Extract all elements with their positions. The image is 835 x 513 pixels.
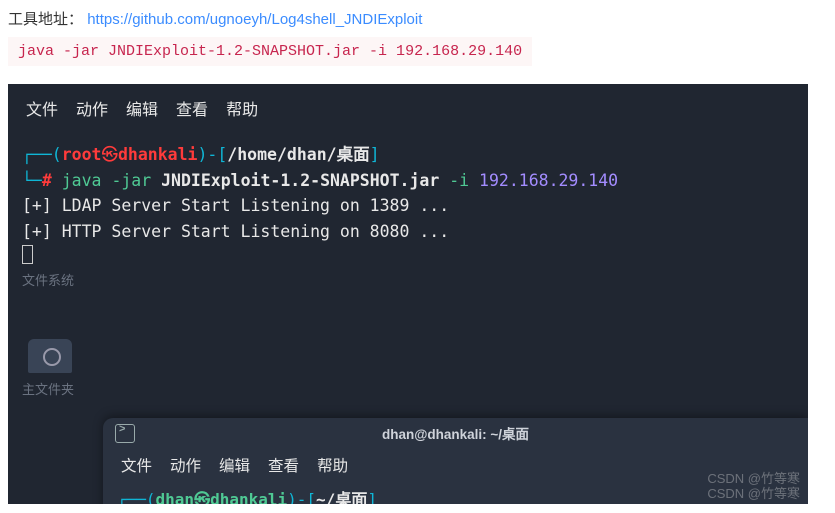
prompt-path: /home/dhan/桌面 xyxy=(227,145,369,164)
prompt-symbol: ㉿ xyxy=(102,145,119,164)
menu2-edit[interactable]: 编辑 xyxy=(219,454,250,476)
prompt2-user: dhan xyxy=(156,490,195,504)
prompt2-mid: )-[ xyxy=(287,490,316,504)
cmd-ip: 192.168.29.140 xyxy=(479,171,618,190)
prompt-user: root xyxy=(62,145,102,164)
desktop-label-mainfolder[interactable]: 主文件夹 xyxy=(22,379,74,398)
prompt2-path: ~/桌面 xyxy=(316,490,367,504)
cmd-iflag: -i xyxy=(449,171,469,190)
terminal2-title-text: dhan@dhankali: ~/桌面 xyxy=(382,423,529,443)
menu2-help[interactable]: 帮助 xyxy=(317,454,348,476)
prompt2-open: ┌──( xyxy=(117,490,156,504)
cmd-java: java xyxy=(62,171,102,190)
watermark-line1: CSDN @竹等寒 xyxy=(707,471,800,487)
prompt-host: dhankali xyxy=(118,145,197,164)
terminal2-window: dhan@dhankali: ~/桌面 文件 动作 编辑 查看 帮助 ┌──(d… xyxy=(103,418,808,504)
prompt-close: ] xyxy=(370,145,380,164)
menu-edit[interactable]: 编辑 xyxy=(126,96,158,120)
home-folder-icon[interactable] xyxy=(28,339,72,373)
prompt2-symbol: ㉿ xyxy=(194,490,210,504)
tool-address-label: 工具地址： xyxy=(8,11,83,28)
prompt-hash: # xyxy=(42,171,52,190)
terminal1-body: ┌──(root㉿dhankali)-[/home/dhan/桌面] └─# j… xyxy=(8,132,808,280)
prompt-line2-lead: └─ xyxy=(22,171,42,190)
tool-address-line: 工具地址： https://github.com/ugnoeyh/Log4she… xyxy=(8,8,827,29)
watermark: CSDN @竹等寒 CSDN @竹等寒 xyxy=(707,471,800,502)
output-line-1: [+] HTTP Server Start Listening on 8080 … xyxy=(22,222,449,241)
prompt-mid: )-[ xyxy=(197,145,227,164)
output-line-0: [+] LDAP Server Start Listening on 1389 … xyxy=(22,196,449,215)
terminal-icon xyxy=(115,424,135,443)
cmd-jarfile: JNDIExploit-1.2-SNAPSHOT.jar xyxy=(161,171,439,190)
terminal2-menu-bar: 文件 动作 编辑 查看 帮助 xyxy=(103,448,808,482)
terminal-screenshot: 文件 动作 编辑 查看 帮助 ┌──(root㉿dhankali)-[/home… xyxy=(8,84,808,504)
prompt2-host: dhankali xyxy=(210,490,287,504)
terminal1-menu-bar: 文件 动作 编辑 查看 帮助 xyxy=(8,84,808,132)
terminal2-body: ┌──(dhan㉿dhankali)-[~/桌面] xyxy=(103,482,808,504)
menu-file[interactable]: 文件 xyxy=(26,96,58,120)
desktop-label-filesystem[interactable]: 文件系统 xyxy=(22,270,74,289)
prompt2-close: ] xyxy=(367,490,377,504)
cmd-jarflag: -jar xyxy=(111,171,151,190)
menu2-action[interactable]: 动作 xyxy=(170,454,201,476)
command-code-block: java -jar JNDIExploit-1.2-SNAPSHOT.jar -… xyxy=(8,37,532,66)
watermark-line2: CSDN @竹等寒 xyxy=(707,486,800,502)
menu-action[interactable]: 动作 xyxy=(76,96,108,120)
prompt-open: ┌──( xyxy=(22,145,62,164)
tool-address-link[interactable]: https://github.com/ugnoeyh/Log4shell_JND… xyxy=(87,11,422,28)
menu2-view[interactable]: 查看 xyxy=(268,454,299,476)
menu2-file[interactable]: 文件 xyxy=(121,454,152,476)
terminal-cursor xyxy=(22,245,33,264)
terminal2-titlebar: dhan@dhankali: ~/桌面 xyxy=(103,418,808,448)
menu-view[interactable]: 查看 xyxy=(176,96,208,120)
menu-help[interactable]: 帮助 xyxy=(226,96,258,120)
